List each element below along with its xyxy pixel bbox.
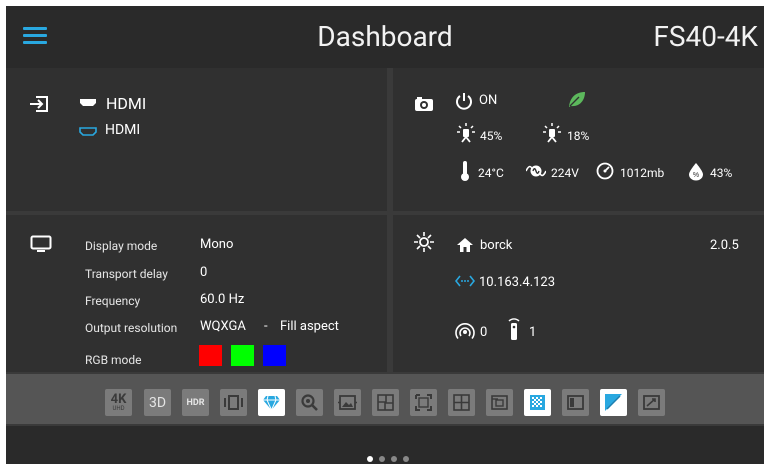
rgb-red-swatch[interactable]: [199, 345, 222, 366]
lamp-2-level: 18%: [567, 129, 590, 143]
4k-uhd-icon[interactable]: 4K UHD: [105, 389, 132, 416]
humidity-icon: %: [689, 163, 703, 181]
power-status: ON: [479, 93, 498, 108]
bottom-bar: [6, 426, 764, 464]
3d-label: 3D: [148, 394, 167, 411]
wireless-count: 0: [480, 325, 488, 340]
humidity-value: 43%: [710, 166, 733, 180]
rgb-mode-label: RGB mode: [85, 353, 142, 367]
hdmi-icon: [80, 99, 96, 106]
zoom-icon[interactable]: [296, 389, 323, 416]
temperature-value: 24°C: [478, 166, 504, 180]
rgb-green-swatch[interactable]: [231, 345, 254, 366]
rgb-blue-swatch[interactable]: [263, 345, 286, 366]
page-indicator-1[interactable]: [367, 456, 373, 462]
warp-icon[interactable]: [220, 389, 247, 416]
transport-delay-value: 0: [200, 265, 208, 280]
projector-icon: [415, 97, 433, 111]
source-panel[interactable]: HDMI HDMI: [6, 68, 387, 211]
page-indicator-2[interactable]: [379, 456, 385, 462]
ratio-icon[interactable]: [638, 389, 665, 416]
monitor-icon: [30, 235, 52, 252]
hdr-icon[interactable]: HDR: [182, 389, 209, 416]
display-mode-label: Display mode: [85, 239, 158, 253]
input-icon: [30, 96, 48, 112]
gradient-icon[interactable]: [600, 389, 627, 416]
network-device-icon: [414, 232, 434, 252]
blend-icon[interactable]: [372, 389, 399, 416]
output-resolution-separator: -: [264, 319, 268, 334]
grid-icon[interactable]: [448, 389, 475, 416]
3d-icon[interactable]: 3D: [144, 389, 171, 416]
lamp-1-level: 45%: [480, 129, 503, 143]
firmware-version: 2.0.5: [710, 238, 739, 253]
thermometer-icon: [461, 161, 469, 181]
top-bar: Dashboard FS40-4K: [6, 6, 764, 68]
hdr-label: HDR: [186, 397, 205, 408]
network-panel[interactable]: borck 2.0.5 10.163.4.123 0 1: [393, 215, 764, 372]
remote-count: 1: [529, 325, 537, 340]
frequency-label: Frequency: [85, 294, 141, 308]
diamond-icon[interactable]: [258, 389, 285, 416]
page-indicator-4[interactable]: [403, 456, 409, 462]
pattern-icon[interactable]: [524, 389, 551, 416]
border-icon[interactable]: [410, 389, 437, 416]
page-title: Dashboard: [317, 20, 453, 53]
quick-settings-toolbar: 4K UHD 3D HDR: [6, 374, 764, 424]
output-resolution-label: Output resolution: [85, 321, 178, 335]
display-panel[interactable]: Display mode Mono Transport delay 0 Freq…: [6, 215, 387, 372]
pressure-gauge-icon: [596, 162, 614, 180]
screen: Dashboard FS40-4K HDMI HDMI ON 45% 18% 2…: [6, 6, 764, 464]
ip-address: 10.163.4.123: [479, 275, 556, 290]
hdmi-icon: [79, 127, 97, 136]
image-adjust-icon[interactable]: [334, 389, 361, 416]
svg-text:%: %: [693, 172, 699, 179]
hostname: borck: [480, 238, 513, 253]
network-address-icon: [455, 275, 475, 287]
voltage-icon: [526, 165, 546, 177]
pressure-value: 1012mb: [620, 166, 665, 180]
power-icon[interactable]: [455, 92, 473, 110]
uhd-label: UHD: [112, 405, 125, 412]
lamp-icon: [457, 123, 475, 143]
output-resolution-aspect: Fill aspect: [280, 319, 339, 334]
lamp-icon: [543, 123, 561, 143]
display-mode-value: Mono: [200, 237, 234, 252]
source-input-primary: HDMI: [106, 94, 147, 113]
output-resolution-value: WQXGA: [200, 319, 246, 334]
model-name: FS40-4K: [653, 20, 758, 53]
panel-icon[interactable]: [562, 389, 589, 416]
wireless-icon: [455, 323, 475, 340]
remote-control-icon: [508, 318, 520, 340]
source-input-secondary: HDMI: [105, 122, 141, 138]
page-indicator-3[interactable]: [391, 456, 397, 462]
transport-delay-label: Transport delay: [85, 267, 168, 281]
eco-leaf-icon: [569, 92, 585, 107]
voltage-value: 224V: [551, 166, 579, 180]
home-icon: [457, 238, 473, 252]
status-panel[interactable]: ON 45% 18% 24°C 224V 1012mb % 43%: [393, 68, 764, 211]
pip-icon[interactable]: [486, 389, 513, 416]
frequency-value: 60.0 Hz: [200, 292, 245, 307]
